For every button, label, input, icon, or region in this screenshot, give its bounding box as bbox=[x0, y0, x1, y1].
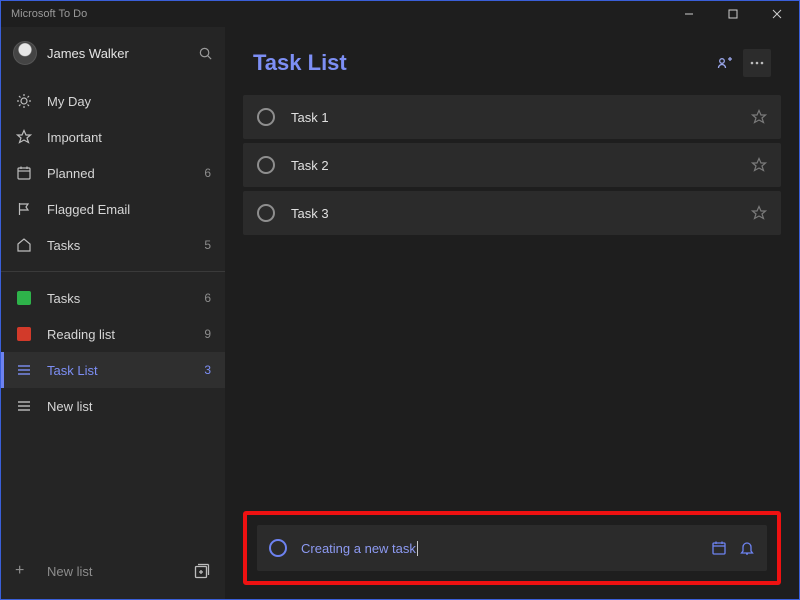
nav-label: Tasks bbox=[47, 238, 204, 253]
calendar-icon bbox=[15, 165, 33, 181]
list-color-icon bbox=[15, 327, 33, 341]
list-tasks[interactable]: Tasks 6 bbox=[1, 280, 225, 316]
app-name: Microsoft To Do bbox=[11, 8, 87, 20]
task-list: Task 1 Task 2 Task 3 bbox=[225, 95, 799, 239]
sun-icon bbox=[15, 93, 33, 109]
reminder-bell-icon[interactable] bbox=[739, 540, 755, 556]
add-task-circle-icon bbox=[269, 539, 287, 557]
nav-count: 9 bbox=[204, 327, 211, 341]
list-lines-icon bbox=[15, 362, 33, 378]
task-label: Task 2 bbox=[291, 158, 751, 173]
task-row[interactable]: Task 3 bbox=[243, 191, 781, 235]
nav-my-day[interactable]: My Day bbox=[1, 83, 225, 119]
list-task-list[interactable]: Task List 3 bbox=[1, 352, 225, 388]
nav-count: 5 bbox=[204, 238, 211, 252]
new-list-label: New list bbox=[47, 564, 193, 579]
new-list-button[interactable]: + New list bbox=[1, 553, 225, 589]
window-maximize-button[interactable] bbox=[711, 1, 755, 27]
list-reading-list[interactable]: Reading list 9 bbox=[1, 316, 225, 352]
nav-label: Task List bbox=[47, 363, 204, 378]
avatar bbox=[13, 41, 37, 65]
nav-tasks[interactable]: Tasks 5 bbox=[1, 227, 225, 263]
annotation-highlight: Creating a new task bbox=[243, 511, 781, 585]
app-window: Microsoft To Do James Walker bbox=[0, 0, 800, 600]
task-label: Task 3 bbox=[291, 206, 751, 221]
add-task-bar[interactable]: Creating a new task bbox=[257, 525, 767, 571]
home-icon bbox=[15, 237, 33, 253]
task-star-icon[interactable] bbox=[751, 109, 767, 125]
nav-flagged-email[interactable]: Flagged Email bbox=[1, 191, 225, 227]
list-new-list[interactable]: New list bbox=[1, 388, 225, 424]
add-task-text: Creating a new task bbox=[301, 541, 416, 556]
sidebar-divider bbox=[1, 271, 225, 272]
page-title: Task List bbox=[253, 50, 707, 76]
nav-label: Planned bbox=[47, 166, 204, 181]
window-minimize-button[interactable] bbox=[667, 1, 711, 27]
task-row[interactable]: Task 1 bbox=[243, 95, 781, 139]
nav-label: Flagged Email bbox=[47, 202, 211, 217]
more-options-icon[interactable] bbox=[743, 49, 771, 77]
nav-count: 3 bbox=[204, 363, 211, 377]
nav-important[interactable]: Important bbox=[1, 119, 225, 155]
nav-label: Reading list bbox=[47, 327, 204, 342]
star-icon bbox=[15, 129, 33, 145]
new-group-icon[interactable] bbox=[193, 562, 211, 580]
nav-count: 6 bbox=[204, 166, 211, 180]
task-label: Task 1 bbox=[291, 110, 751, 125]
task-complete-circle[interactable] bbox=[257, 156, 275, 174]
profile-name: James Walker bbox=[47, 46, 198, 61]
share-list-icon[interactable] bbox=[711, 49, 739, 77]
add-task-input[interactable]: Creating a new task bbox=[301, 541, 699, 556]
nav-planned[interactable]: Planned 6 bbox=[1, 155, 225, 191]
flag-icon bbox=[15, 201, 33, 217]
smart-lists: My Day Important bbox=[1, 79, 225, 424]
sidebar: James Walker bbox=[1, 27, 225, 599]
list-color-icon bbox=[15, 291, 33, 305]
due-date-icon[interactable] bbox=[711, 540, 727, 556]
nav-count: 6 bbox=[204, 291, 211, 305]
search-icon[interactable] bbox=[198, 46, 213, 61]
profile-row[interactable]: James Walker bbox=[1, 27, 225, 79]
nav-label: New list bbox=[47, 399, 211, 414]
nav-label: Tasks bbox=[47, 291, 204, 306]
titlebar: Microsoft To Do bbox=[1, 1, 799, 27]
task-star-icon[interactable] bbox=[751, 157, 767, 173]
task-star-icon[interactable] bbox=[751, 205, 767, 221]
plus-icon: + bbox=[15, 562, 33, 580]
list-lines-icon bbox=[15, 398, 33, 414]
nav-label: Important bbox=[47, 130, 211, 145]
window-close-button[interactable] bbox=[755, 1, 799, 27]
task-row[interactable]: Task 2 bbox=[243, 143, 781, 187]
main-panel: Task List Task 1 bbox=[225, 27, 799, 599]
nav-label: My Day bbox=[47, 94, 211, 109]
task-complete-circle[interactable] bbox=[257, 108, 275, 126]
text-caret bbox=[417, 541, 418, 556]
task-complete-circle[interactable] bbox=[257, 204, 275, 222]
list-header: Task List bbox=[225, 27, 799, 95]
